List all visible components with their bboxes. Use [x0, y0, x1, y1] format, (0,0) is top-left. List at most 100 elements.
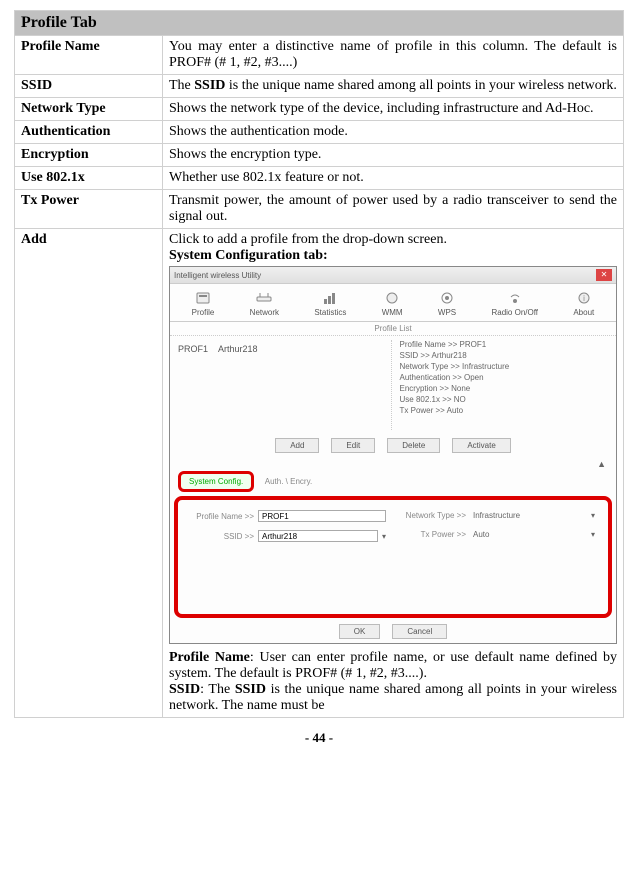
info-line: Authentication >> Open [400, 373, 609, 382]
toolbar-wmm[interactable]: WMM [382, 290, 403, 317]
row-label: Tx Power [15, 190, 163, 229]
toolbar-label: About [573, 308, 594, 317]
ssid-bold: SSID [194, 78, 225, 93]
mid-section: PROF1 Arthur218 Profile Name >> PROF1 SS… [170, 336, 616, 434]
row-desc: Shows the encryption type. [163, 144, 624, 167]
svg-text:i: i [583, 294, 585, 303]
wmm-icon [383, 290, 401, 306]
text: The [169, 78, 194, 93]
chevron-down-icon: ▾ [591, 530, 595, 539]
wps-icon [438, 290, 456, 306]
select-value: Infrastructure [473, 511, 520, 520]
table-row: Profile Name You may enter a distinctive… [15, 36, 624, 75]
chevron-down-icon: ▾ [591, 511, 595, 520]
add-profile-text: Profile Name: User can enter profile nam… [169, 650, 617, 682]
text: : The [200, 682, 235, 697]
ok-cancel-row: OK Cancel [170, 618, 616, 643]
titlebar: Intelligent wireless Utility ✕ [170, 267, 616, 284]
toolbar-label: Profile [192, 308, 215, 317]
info-line: Use 802.1x >> NO [400, 395, 609, 404]
row-label: Network Type [15, 98, 163, 121]
tab-bar: System Config. Auth. \ Encry. [170, 471, 616, 492]
row-desc: Transmit power, the amount of power used… [163, 190, 624, 229]
info-line: Tx Power >> Auto [400, 406, 609, 415]
toolbar-label: WMM [382, 308, 403, 317]
toolbar: Profile Network Statistics [170, 284, 616, 322]
table-row: Encryption Shows the encryption type. [15, 144, 624, 167]
profile-name-bold: Profile Name [169, 650, 250, 665]
row-desc: You may enter a distinctive name of prof… [163, 36, 624, 75]
page-number: - 44 - [14, 730, 624, 746]
cfg-label: Tx Power >> [400, 530, 466, 539]
table-row: Use 802.1x Whether use 802.1x feature or… [15, 167, 624, 190]
toolbar-label: WPS [438, 308, 456, 317]
info-line: SSID >> Arthur218 [400, 351, 609, 360]
close-icon[interactable]: ✕ [596, 269, 612, 281]
button-row: Add Edit Delete Activate [170, 434, 616, 459]
row-desc: Shows the authentication mode. [163, 121, 624, 144]
info-line: Profile Name >> PROF1 [400, 340, 609, 349]
table-row: Add Click to add a profile from the drop… [15, 229, 624, 718]
toolbar-label: Statistics [314, 308, 346, 317]
list-col-ssid: Arthur218 [218, 344, 258, 430]
toolbar-label: Radio On/Off [491, 308, 538, 317]
profile-info: Profile Name >> PROF1 SSID >> Arthur218 … [400, 340, 609, 430]
cfg-network-type: Network Type >> Infrastructure ▾ [400, 510, 598, 521]
add-ssid-text: SSID: The SSID is the unique name shared… [169, 682, 617, 714]
collapse-arrow-icon[interactable]: ▲ [170, 459, 616, 471]
profile-list[interactable]: PROF1 Arthur218 [178, 340, 392, 430]
cfg-label: Profile Name >> [188, 512, 254, 521]
config-right: Network Type >> Infrastructure ▾ Tx Powe… [400, 510, 598, 600]
delete-button[interactable]: Delete [387, 438, 440, 453]
row-desc: Click to add a profile from the drop-dow… [163, 229, 624, 718]
add-button[interactable]: Add [275, 438, 319, 453]
config-panel: Profile Name >> SSID >> ▾ Network Type >… [174, 496, 612, 618]
statistics-icon [321, 290, 339, 306]
table-header: Profile Tab [15, 11, 624, 36]
toolbar-statistics[interactable]: Statistics [314, 290, 346, 317]
row-desc: Whether use 802.1x feature or not. [163, 167, 624, 190]
tab-auth-encry[interactable]: Auth. \ Encry. [257, 474, 320, 489]
document-page: Profile Tab Profile Name You may enter a… [0, 0, 638, 752]
row-label: Encryption [15, 144, 163, 167]
ok-button[interactable]: OK [339, 624, 381, 639]
row-desc: The SSID is the unique name shared among… [163, 75, 624, 98]
dropdown-arrow-icon[interactable]: ▾ [382, 532, 386, 541]
network-type-select[interactable]: Infrastructure ▾ [470, 510, 598, 521]
toolbar-network[interactable]: Network [250, 290, 279, 317]
row-label: Authentication [15, 121, 163, 144]
ssid-input[interactable] [258, 530, 378, 542]
cancel-button[interactable]: Cancel [392, 624, 447, 639]
row-label: Profile Name [15, 36, 163, 75]
toolbar-wps[interactable]: WPS [438, 290, 456, 317]
window-title: Intelligent wireless Utility [174, 271, 261, 280]
text: is the unique name shared among all poin… [225, 78, 617, 93]
toolbar-radio[interactable]: Radio On/Off [491, 290, 538, 317]
edit-button[interactable]: Edit [331, 438, 375, 453]
add-line2: System Configuration tab: [169, 248, 617, 264]
cfg-ssid: SSID >> ▾ [188, 530, 386, 542]
table-row: SSID The SSID is the unique name shared … [15, 75, 624, 98]
toolbar-label: Network [250, 308, 279, 317]
select-value: Auto [473, 530, 489, 539]
cfg-label: SSID >> [188, 532, 254, 541]
network-icon [255, 290, 273, 306]
info-line: Network Type >> Infrastructure [400, 362, 609, 371]
toolbar-profile[interactable]: Profile [192, 290, 215, 317]
cfg-tx-power: Tx Power >> Auto ▾ [400, 529, 598, 540]
tab-system-config[interactable]: System Config. [178, 471, 254, 492]
cfg-profile-name: Profile Name >> [188, 510, 386, 522]
row-label: Add [15, 229, 163, 718]
activate-button[interactable]: Activate [452, 438, 510, 453]
tx-power-select[interactable]: Auto ▾ [470, 529, 598, 540]
table-row: Network Type Shows the network type of t… [15, 98, 624, 121]
table-row: Authentication Shows the authentication … [15, 121, 624, 144]
toolbar-about[interactable]: i About [573, 290, 594, 317]
cfg-label: Network Type >> [400, 511, 466, 520]
profile-name-input[interactable] [258, 510, 386, 522]
row-desc: Shows the network type of the device, in… [163, 98, 624, 121]
ssid-bold: SSID [235, 682, 266, 697]
profile-tab-table: Profile Tab Profile Name You may enter a… [14, 10, 624, 718]
about-icon: i [575, 290, 593, 306]
radio-icon [506, 290, 524, 306]
